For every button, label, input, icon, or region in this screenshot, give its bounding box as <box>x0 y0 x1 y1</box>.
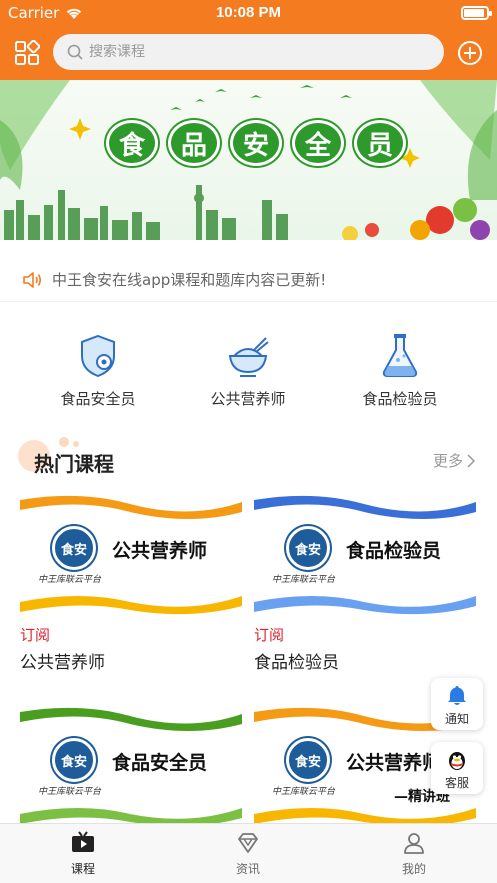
tab-me[interactable]: 我的 <box>374 830 454 877</box>
thumbnail-title: 公共营养师 <box>346 752 442 774</box>
promo-banner[interactable]: 食 品 安 全 员 <box>0 80 497 244</box>
shield-gear-icon <box>81 334 115 378</box>
category-grid-icon[interactable] <box>14 40 40 66</box>
tab-label: 课程 <box>70 862 95 876</box>
course-thumbnail: 食安 食品检验员 中王库联云平台 <box>254 490 476 618</box>
banner-title: 食 品 安 全 员 <box>106 120 406 166</box>
course-name: 食品检验员 <box>254 653 339 673</box>
section-title: 热门课程 <box>34 452 114 476</box>
tab-label: 我的 <box>401 862 426 876</box>
announcement-text: 中王食安在线app课程和题库内容已更新! <box>52 271 327 289</box>
notify-button[interactable]: 通知 <box>431 678 483 730</box>
user-icon <box>404 833 424 854</box>
status-bar: Carrier 10:08 PM <box>0 0 497 26</box>
banner-char: 安 <box>230 120 282 166</box>
thumbnail-title: 公共营养师 <box>112 540 208 562</box>
hot-courses-header: 热门课程 更多 <box>0 430 497 480</box>
banner-char: 品 <box>168 120 220 166</box>
logo-badge: 食安 <box>286 738 330 782</box>
bell-icon <box>448 686 466 705</box>
header <box>0 30 497 76</box>
course-card[interactable]: 食安 食品检验员 中王库联云平台 订阅 食品检验员 <box>254 490 476 673</box>
banner-char: 员 <box>354 120 406 166</box>
course-thumbnail: 食安 公共营养师 中王库联云平台 <box>20 490 242 618</box>
thumbnail-title: 食品安全员 <box>112 752 208 774</box>
subscribe-tag: 订阅 <box>254 626 285 644</box>
bottom-tab-bar: 课程 资讯 我的 <box>0 823 497 883</box>
clock: 10:08 PM <box>215 4 282 21</box>
logo-badge: 食安 <box>52 526 96 570</box>
category-food-inspector[interactable]: 食品检验员 <box>330 322 470 409</box>
announcement-bar[interactable]: 中王食安在线app课程和题库内容已更新! <box>0 258 497 302</box>
banner-char: 全 <box>292 120 344 166</box>
customer-service-button[interactable]: 客服 <box>431 742 483 794</box>
category-nutritionist[interactable]: 公共营养师 <box>178 322 318 409</box>
banner-char: 食 <box>106 120 158 166</box>
diamond-icon <box>238 833 258 853</box>
course-card[interactable]: 食安 食品安全员 中王库联云平台 <box>20 702 242 830</box>
more-link[interactable]: 更多 <box>433 450 475 471</box>
speaker-icon <box>23 271 42 288</box>
battery-icon <box>461 6 492 20</box>
logo-badge: 食安 <box>286 526 330 570</box>
search-input[interactable] <box>89 44 409 60</box>
search-bar[interactable] <box>53 34 444 70</box>
course-thumbnail: 食安 食品安全员 中王库联云平台 <box>20 702 242 830</box>
category-row: 食品安全员 公共营养师 食品检验员 <box>0 322 497 412</box>
thumbnail-title: 食品检验员 <box>346 540 442 562</box>
category-label: 公共营养师 <box>210 390 286 408</box>
course-card[interactable]: 食安 公共营养师 中王库联云平台 订阅 公共营养师 <box>20 490 242 673</box>
course-name: 公共营养师 <box>20 653 105 673</box>
rice-bowl-icon <box>228 337 269 377</box>
more-label: 更多 <box>432 452 463 470</box>
search-icon <box>67 44 83 60</box>
service-label: 客服 <box>444 776 469 790</box>
tab-courses[interactable]: 课程 <box>43 830 123 877</box>
play-video-icon <box>72 831 94 852</box>
add-circle-icon[interactable] <box>457 40 483 66</box>
flask-icon <box>382 334 418 377</box>
category-food-safety[interactable]: 食品安全员 <box>28 322 168 409</box>
logo-caption: 中王库联云平台 <box>38 575 102 585</box>
logo-badge: 食安 <box>52 738 96 782</box>
logo-caption: 中王库联云平台 <box>38 787 102 797</box>
tab-news[interactable]: 资讯 <box>208 830 288 877</box>
chevron-right-icon <box>467 453 475 468</box>
qq-penguin-icon <box>449 752 465 770</box>
category-label: 食品检验员 <box>362 390 438 408</box>
category-label: 食品安全员 <box>60 390 136 408</box>
subscribe-tag: 订阅 <box>20 626 51 644</box>
logo-caption: 中王库联云平台 <box>272 787 336 797</box>
top-bar: Carrier 10:08 PM <box>0 0 497 80</box>
tab-label: 资讯 <box>235 862 260 876</box>
notify-label: 通知 <box>444 712 469 726</box>
logo-caption: 中王库联云平台 <box>272 575 336 585</box>
